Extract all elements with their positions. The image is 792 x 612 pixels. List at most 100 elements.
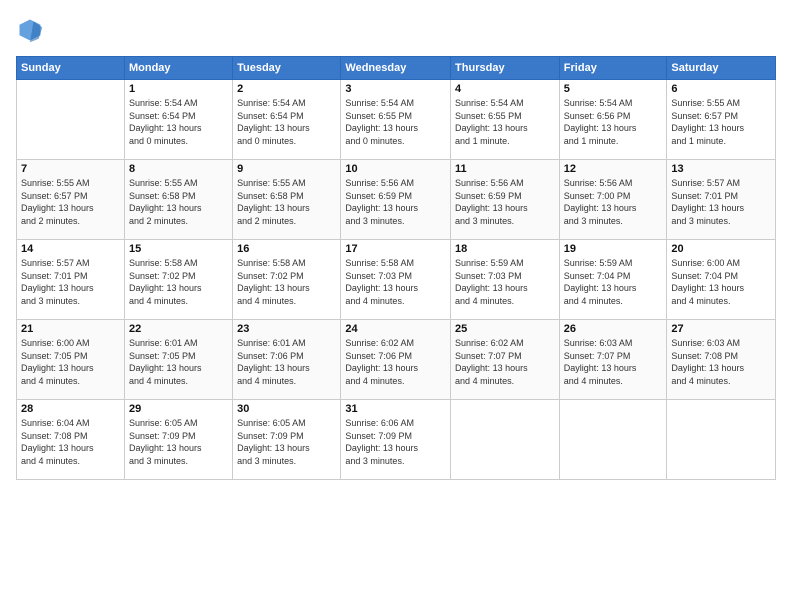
week-row-5: 28 Sunrise: 6:04 AMSunset: 7:08 PMDayligh… bbox=[17, 400, 776, 480]
day-number: 21 bbox=[21, 323, 120, 335]
day-info: Sunrise: 6:04 AMSunset: 7:08 PMDaylight:… bbox=[21, 417, 120, 467]
day-info: Sunrise: 5:58 AMSunset: 7:02 PMDaylight:… bbox=[129, 257, 228, 307]
calendar-body: 1 Sunrise: 5:54 AMSunset: 6:54 PMDaylight… bbox=[17, 80, 776, 480]
day-cell: 4 Sunrise: 5:54 AMSunset: 6:55 PMDaylight… bbox=[451, 80, 560, 160]
day-cell: 22 Sunrise: 6:01 AMSunset: 7:05 PMDayligh… bbox=[124, 320, 232, 400]
day-info: Sunrise: 5:55 AMSunset: 6:58 PMDaylight:… bbox=[129, 177, 228, 227]
day-number: 8 bbox=[129, 163, 228, 175]
day-info: Sunrise: 5:55 AMSunset: 6:58 PMDaylight:… bbox=[237, 177, 336, 227]
day-cell: 21 Sunrise: 6:00 AMSunset: 7:05 PMDayligh… bbox=[17, 320, 125, 400]
day-number: 7 bbox=[21, 163, 120, 175]
day-header-wednesday: Wednesday bbox=[341, 57, 451, 80]
day-cell: 2Sunrise: 5:54 AMSunset: 6:54 PMDaylight… bbox=[233, 80, 341, 160]
day-info: Sunrise: 5:54 AMSunset: 6:54 PMDaylight:… bbox=[129, 97, 228, 147]
day-number: 12 bbox=[564, 163, 663, 175]
day-cell: 5Sunrise: 5:54 AMSunset: 6:56 PMDaylight… bbox=[559, 80, 667, 160]
day-info: Sunrise: 5:57 AMSunset: 7:01 PMDaylight:… bbox=[21, 257, 120, 307]
day-info: Sunrise: 6:06 AMSunset: 7:09 PMDaylight:… bbox=[345, 417, 446, 467]
day-number: 1 bbox=[129, 83, 228, 95]
day-number: 25 bbox=[455, 323, 555, 335]
day-info: Sunrise: 6:01 AMSunset: 7:05 PMDaylight:… bbox=[129, 337, 228, 387]
day-cell bbox=[559, 400, 667, 480]
day-number: 30 bbox=[237, 403, 336, 415]
day-header-saturday: Saturday bbox=[667, 57, 776, 80]
day-cell: 11 Sunrise: 5:56 AMSunset: 6:59 PMDayligh… bbox=[451, 160, 560, 240]
day-info: Sunrise: 5:54 AMSunset: 6:55 PMDaylight:… bbox=[345, 97, 446, 147]
week-row-3: 14 Sunrise: 5:57 AMSunset: 7:01 PMDayligh… bbox=[17, 240, 776, 320]
day-cell bbox=[17, 80, 125, 160]
day-cell: 7 Sunrise: 5:55 AMSunset: 6:57 PMDaylight… bbox=[17, 160, 125, 240]
day-cell: 12 Sunrise: 5:56 AMSunset: 7:00 PMDayligh… bbox=[559, 160, 667, 240]
day-cell: 20Sunrise: 6:00 AMSunset: 7:04 PMDayligh… bbox=[667, 240, 776, 320]
day-number: 9 bbox=[237, 163, 336, 175]
day-number: 17 bbox=[345, 243, 446, 255]
day-number: 22 bbox=[129, 323, 228, 335]
day-cell: 24Sunrise: 6:02 AMSunset: 7:06 PMDayligh… bbox=[341, 320, 451, 400]
day-cell: 17 Sunrise: 5:58 AMSunset: 7:03 PMDayligh… bbox=[341, 240, 451, 320]
day-header-monday: Monday bbox=[124, 57, 232, 80]
day-info: Sunrise: 5:56 AMSunset: 7:00 PMDaylight:… bbox=[564, 177, 663, 227]
day-info: Sunrise: 6:05 AMSunset: 7:09 PMDaylight:… bbox=[129, 417, 228, 467]
day-cell bbox=[451, 400, 560, 480]
day-info: Sunrise: 5:56 AMSunset: 6:59 PMDaylight:… bbox=[455, 177, 555, 227]
day-number: 10 bbox=[345, 163, 446, 175]
day-header-friday: Friday bbox=[559, 57, 667, 80]
day-info: Sunrise: 6:00 AMSunset: 7:05 PMDaylight:… bbox=[21, 337, 120, 387]
day-cell: 16 Sunrise: 5:58 AMSunset: 7:02 PMDayligh… bbox=[233, 240, 341, 320]
day-number: 13 bbox=[671, 163, 771, 175]
logo bbox=[16, 16, 48, 44]
day-cell: 3 Sunrise: 5:54 AMSunset: 6:55 PMDaylight… bbox=[341, 80, 451, 160]
day-info: Sunrise: 5:58 AMSunset: 7:02 PMDaylight:… bbox=[237, 257, 336, 307]
day-cell: 8 Sunrise: 5:55 AMSunset: 6:58 PMDaylight… bbox=[124, 160, 232, 240]
day-cell: 26Sunrise: 6:03 AMSunset: 7:07 PMDayligh… bbox=[559, 320, 667, 400]
week-row-2: 7 Sunrise: 5:55 AMSunset: 6:57 PMDaylight… bbox=[17, 160, 776, 240]
day-header-thursday: Thursday bbox=[451, 57, 560, 80]
day-info: Sunrise: 6:03 AMSunset: 7:08 PMDaylight:… bbox=[671, 337, 771, 387]
day-cell: 25Sunrise: 6:02 AMSunset: 7:07 PMDayligh… bbox=[451, 320, 560, 400]
day-cell: 27 Sunrise: 6:03 AMSunset: 7:08 PMDayligh… bbox=[667, 320, 776, 400]
day-number: 28 bbox=[21, 403, 120, 415]
day-number: 11 bbox=[455, 163, 555, 175]
header bbox=[16, 16, 776, 44]
day-info: Sunrise: 5:54 AMSunset: 6:56 PMDaylight:… bbox=[564, 97, 663, 147]
day-info: Sunrise: 5:55 AMSunset: 6:57 PMDaylight:… bbox=[21, 177, 120, 227]
day-info: Sunrise: 5:54 AMSunset: 6:55 PMDaylight:… bbox=[455, 97, 555, 147]
day-number: 27 bbox=[671, 323, 771, 335]
day-cell: 29 Sunrise: 6:05 AMSunset: 7:09 PMDayligh… bbox=[124, 400, 232, 480]
day-cell: 15 Sunrise: 5:58 AMSunset: 7:02 PMDayligh… bbox=[124, 240, 232, 320]
day-number: 4 bbox=[455, 83, 555, 95]
day-cell: 31 Sunrise: 6:06 AMSunset: 7:09 PMDayligh… bbox=[341, 400, 451, 480]
day-info: Sunrise: 6:02 AMSunset: 7:06 PMDaylight:… bbox=[345, 337, 446, 387]
day-cell: 19Sunrise: 5:59 AMSunset: 7:04 PMDayligh… bbox=[559, 240, 667, 320]
day-number: 29 bbox=[129, 403, 228, 415]
day-number: 3 bbox=[345, 83, 446, 95]
day-info: Sunrise: 5:58 AMSunset: 7:03 PMDaylight:… bbox=[345, 257, 446, 307]
day-cell: 30 Sunrise: 6:05 AMSunset: 7:09 PMDayligh… bbox=[233, 400, 341, 480]
week-row-4: 21 Sunrise: 6:00 AMSunset: 7:05 PMDayligh… bbox=[17, 320, 776, 400]
day-cell: 1 Sunrise: 5:54 AMSunset: 6:54 PMDaylight… bbox=[124, 80, 232, 160]
week-row-1: 1 Sunrise: 5:54 AMSunset: 6:54 PMDaylight… bbox=[17, 80, 776, 160]
day-cell: 14 Sunrise: 5:57 AMSunset: 7:01 PMDayligh… bbox=[17, 240, 125, 320]
day-header-sunday: Sunday bbox=[17, 57, 125, 80]
day-number: 6 bbox=[671, 83, 771, 95]
day-info: Sunrise: 5:57 AMSunset: 7:01 PMDaylight:… bbox=[671, 177, 771, 227]
day-number: 31 bbox=[345, 403, 446, 415]
day-cell: 23 Sunrise: 6:01 AMSunset: 7:06 PMDayligh… bbox=[233, 320, 341, 400]
logo-icon bbox=[16, 16, 44, 44]
day-info: Sunrise: 5:56 AMSunset: 6:59 PMDaylight:… bbox=[345, 177, 446, 227]
day-cell bbox=[667, 400, 776, 480]
day-number: 16 bbox=[237, 243, 336, 255]
day-cell: 28 Sunrise: 6:04 AMSunset: 7:08 PMDayligh… bbox=[17, 400, 125, 480]
day-number: 15 bbox=[129, 243, 228, 255]
day-info: Sunrise: 6:00 AMSunset: 7:04 PMDaylight:… bbox=[671, 257, 771, 307]
day-number: 23 bbox=[237, 323, 336, 335]
day-number: 2 bbox=[237, 83, 336, 95]
day-info: Sunrise: 6:01 AMSunset: 7:06 PMDaylight:… bbox=[237, 337, 336, 387]
day-number: 14 bbox=[21, 243, 120, 255]
header-row: SundayMondayTuesdayWednesdayThursdayFrid… bbox=[17, 57, 776, 80]
day-info: Sunrise: 6:05 AMSunset: 7:09 PMDaylight:… bbox=[237, 417, 336, 467]
day-number: 18 bbox=[455, 243, 555, 255]
calendar-header: SundayMondayTuesdayWednesdayThursdayFrid… bbox=[17, 57, 776, 80]
day-header-tuesday: Tuesday bbox=[233, 57, 341, 80]
day-cell: 18Sunrise: 5:59 AMSunset: 7:03 PMDayligh… bbox=[451, 240, 560, 320]
